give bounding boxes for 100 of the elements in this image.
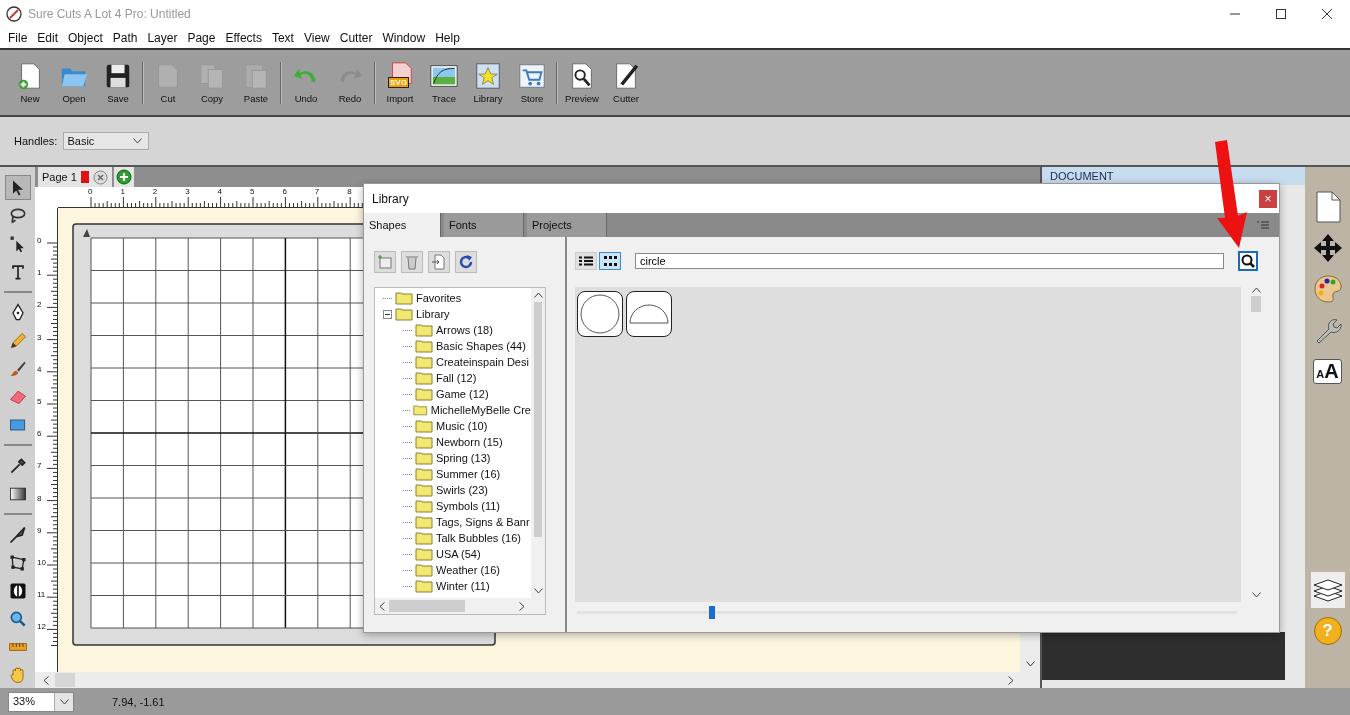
menu-item[interactable]: Object: [63, 31, 108, 45]
panel-button[interactable]: [1310, 572, 1345, 608]
tree-item[interactable]: Weather (16): [383, 562, 531, 578]
tree-item[interactable]: Summer (16): [383, 466, 531, 482]
menu-item[interactable]: Text: [266, 31, 299, 45]
slider-thumb[interactable]: [709, 606, 715, 619]
refresh-icon: [458, 254, 474, 270]
tree-item[interactable]: Arrows (18): [383, 322, 531, 338]
ruler-label: 3: [37, 332, 42, 342]
tree-item[interactable]: Game (12): [383, 386, 531, 402]
tree-item[interactable]: Favorites: [383, 290, 531, 306]
tree-item[interactable]: Swirls (23): [383, 482, 531, 498]
toolbar-button[interactable]: Open: [52, 61, 96, 104]
tree-item[interactable]: Talk Bubbles (16): [383, 530, 531, 546]
toolbar-button[interactable]: Preview: [560, 61, 604, 104]
tree-item[interactable]: Winter (11): [383, 578, 531, 594]
close-icon[interactable]: [1322, 9, 1332, 19]
chevron-icon: [133, 138, 143, 144]
ruler-label: 0: [37, 236, 42, 245]
collapse-icon[interactable]: [383, 309, 392, 319]
palette-icon: [1312, 274, 1343, 304]
menu-item[interactable]: Help: [430, 31, 465, 45]
tree-item[interactable]: Fall (12): [383, 370, 531, 386]
tool-button[interactable]: [4, 175, 31, 200]
menu-item[interactable]: File: [3, 31, 33, 45]
toolbar-button[interactable]: New: [8, 61, 52, 104]
tree-item[interactable]: Basic Shapes (44): [383, 338, 531, 354]
scroll-down-icon[interactable]: [533, 588, 543, 594]
shape-thumbnail[interactable]: [577, 291, 623, 337]
tab[interactable]: Fonts: [444, 213, 524, 237]
scrollbar-thumb[interactable]: [1251, 296, 1261, 312]
ruler-label: 1: [37, 268, 42, 278]
ruler-label: 7: [37, 461, 42, 471]
scrollbar-thumb[interactable]: [55, 673, 75, 687]
toolbar-button[interactable]: SVG Import: [378, 61, 422, 104]
scroll-right-icon[interactable]: [519, 601, 525, 611]
add-page-icon[interactable]: [113, 167, 134, 187]
close-button[interactable]: ×: [1259, 189, 1277, 208]
ruler-label: 12: [37, 622, 46, 632]
tab[interactable]: Shapes: [364, 213, 441, 237]
folder-icon: [413, 403, 428, 417]
zoom-dropdown[interactable]: 33%: [8, 691, 74, 712]
scroll-left-icon[interactable]: [379, 601, 385, 611]
page-tab[interactable]: Page 1: [38, 167, 112, 187]
search-button[interactable]: [1238, 251, 1258, 271]
tree-item[interactable]: MichelleMyBelle Cre: [383, 402, 531, 418]
folder-icon: [415, 499, 433, 513]
ruler-label: 9: [37, 525, 42, 535]
toolbar-button[interactable]: Save: [96, 61, 140, 104]
folder-icon: [415, 355, 433, 369]
menu-item[interactable]: Path: [107, 31, 143, 45]
menu-item[interactable]: Layer: [142, 31, 183, 45]
toolbar-button[interactable]: Cutter: [604, 61, 648, 104]
refresh-button[interactable]: [455, 251, 477, 273]
menu-item[interactable]: View: [298, 31, 335, 45]
toolbar-button[interactable]: Store: [510, 61, 554, 104]
toolbar-button[interactable]: Trace: [422, 61, 466, 104]
tree-item[interactable]: Library: [383, 306, 531, 322]
ruler-label: 8: [347, 187, 352, 196]
tree-item[interactable]: Createinspain Desi: [383, 354, 531, 370]
ruler-label: 10: [37, 558, 46, 567]
ruler-label: 7: [314, 187, 320, 196]
tree-item[interactable]: Spring (13): [383, 450, 531, 466]
import-button[interactable]: [428, 251, 450, 273]
tree-item[interactable]: Symbols (11): [383, 498, 531, 514]
menu-item[interactable]: Page: [182, 31, 221, 45]
folder-icon: [415, 339, 433, 353]
chevron-icon: [59, 698, 69, 705]
menu-item[interactable]: Effects: [220, 31, 267, 45]
folder-icon: [415, 451, 433, 465]
scrollbar-thumb[interactable]: [389, 600, 465, 612]
ruler-label: 6: [282, 187, 287, 196]
folder-icon: [415, 483, 433, 497]
toolbar-button[interactable]: Library: [466, 61, 510, 104]
handles-dropdown[interactable]: Basic: [63, 132, 150, 150]
scroll-up-icon[interactable]: [533, 292, 543, 298]
folder-icon: [415, 323, 433, 337]
grid-view-button[interactable]: [599, 252, 621, 270]
toolbar-button[interactable]: Undo: [284, 61, 328, 104]
search-field[interactable]: circle: [635, 253, 1224, 269]
tree-item[interactable]: USA (54): [383, 546, 531, 562]
menu-item[interactable]: Window: [377, 31, 431, 45]
tree-item[interactable]: Newborn (15): [383, 434, 531, 450]
maximize-icon[interactable]: [1276, 9, 1286, 19]
menu-item[interactable]: Cutter: [334, 31, 378, 45]
ruler-label: 5: [37, 397, 42, 406]
scroll-down-icon[interactable]: [1025, 661, 1035, 667]
tree-item[interactable]: Music (10): [383, 418, 531, 434]
tree-item[interactable]: Tags, Signs & Banr: [383, 514, 531, 530]
shape-thumbnail[interactable]: [626, 291, 672, 337]
tab[interactable]: Projects: [527, 213, 607, 237]
scroll-right-icon[interactable]: [1008, 675, 1014, 685]
scroll-down-icon[interactable]: [1251, 592, 1261, 598]
scroll-left-icon[interactable]: [43, 675, 49, 685]
menu-item[interactable]: Edit: [32, 31, 64, 45]
handles-label: Handles:: [14, 135, 58, 147]
list-view-button[interactable]: [575, 252, 597, 270]
scrollbar-thumb[interactable]: [534, 302, 542, 537]
dialog-title: Library: [372, 191, 409, 206]
scroll-up-icon[interactable]: [1251, 287, 1261, 293]
